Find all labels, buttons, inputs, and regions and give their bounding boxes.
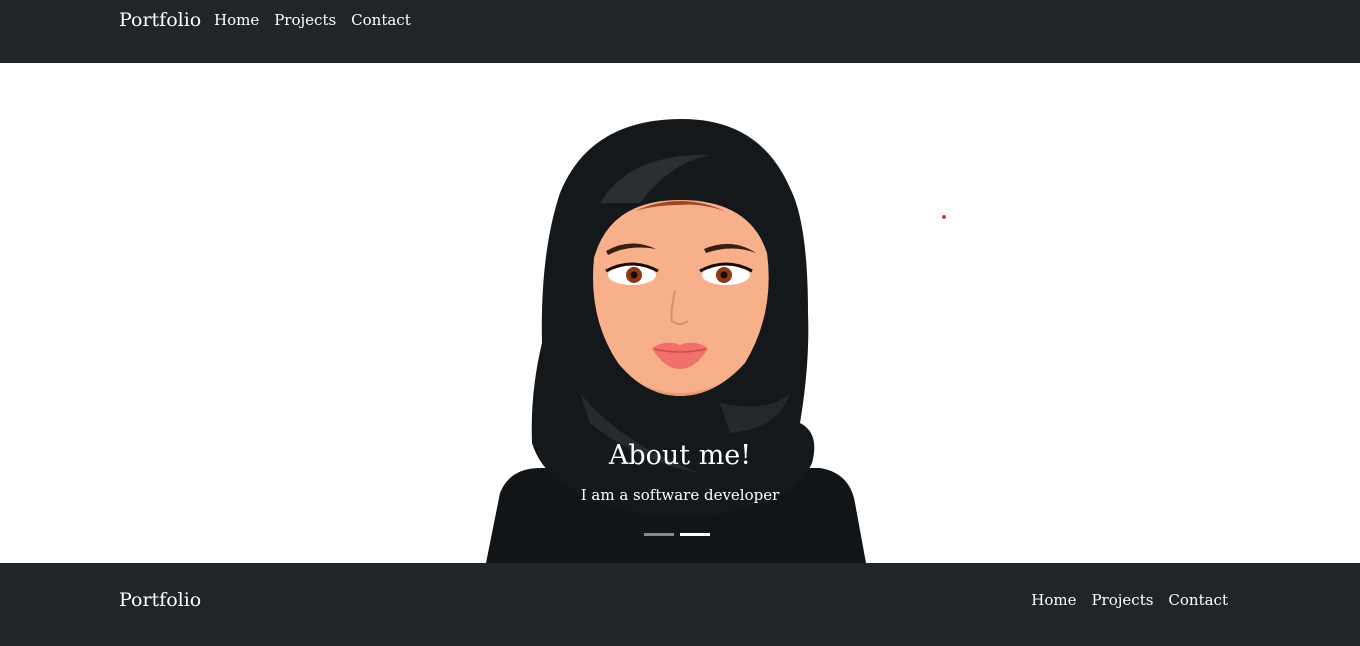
nav-link-home[interactable]: Home: [214, 11, 259, 29]
carousel-indicator-1[interactable]: [644, 533, 674, 536]
footer-link-contact[interactable]: Contact: [1168, 591, 1228, 609]
top-navbar: Portfolio Home Projects Contact: [0, 0, 1360, 63]
nav-link-contact[interactable]: Contact: [351, 11, 411, 29]
footer-links: Home Projects Contact: [1031, 591, 1228, 609]
footer-brand[interactable]: Portfolio: [119, 589, 201, 611]
carousel-caption-title: About me!: [608, 440, 752, 471]
navbar-links: Home Projects Contact: [214, 11, 411, 29]
hero-carousel-section: About me! I am a software developer: [0, 63, 1360, 563]
footer-link-projects[interactable]: Projects: [1091, 591, 1153, 609]
carousel-indicators: [644, 533, 710, 536]
carousel-indicator-2[interactable]: [680, 533, 710, 536]
carousel[interactable]: About me! I am a software developer: [470, 63, 890, 563]
decorative-dot: [942, 215, 946, 219]
footer: Portfolio Home Projects Contact: [0, 563, 1360, 646]
carousel-caption-subtitle: I am a software developer: [580, 486, 780, 504]
nav-link-projects[interactable]: Projects: [274, 11, 336, 29]
navbar-brand[interactable]: Portfolio: [119, 9, 201, 31]
footer-link-home[interactable]: Home: [1031, 591, 1076, 609]
